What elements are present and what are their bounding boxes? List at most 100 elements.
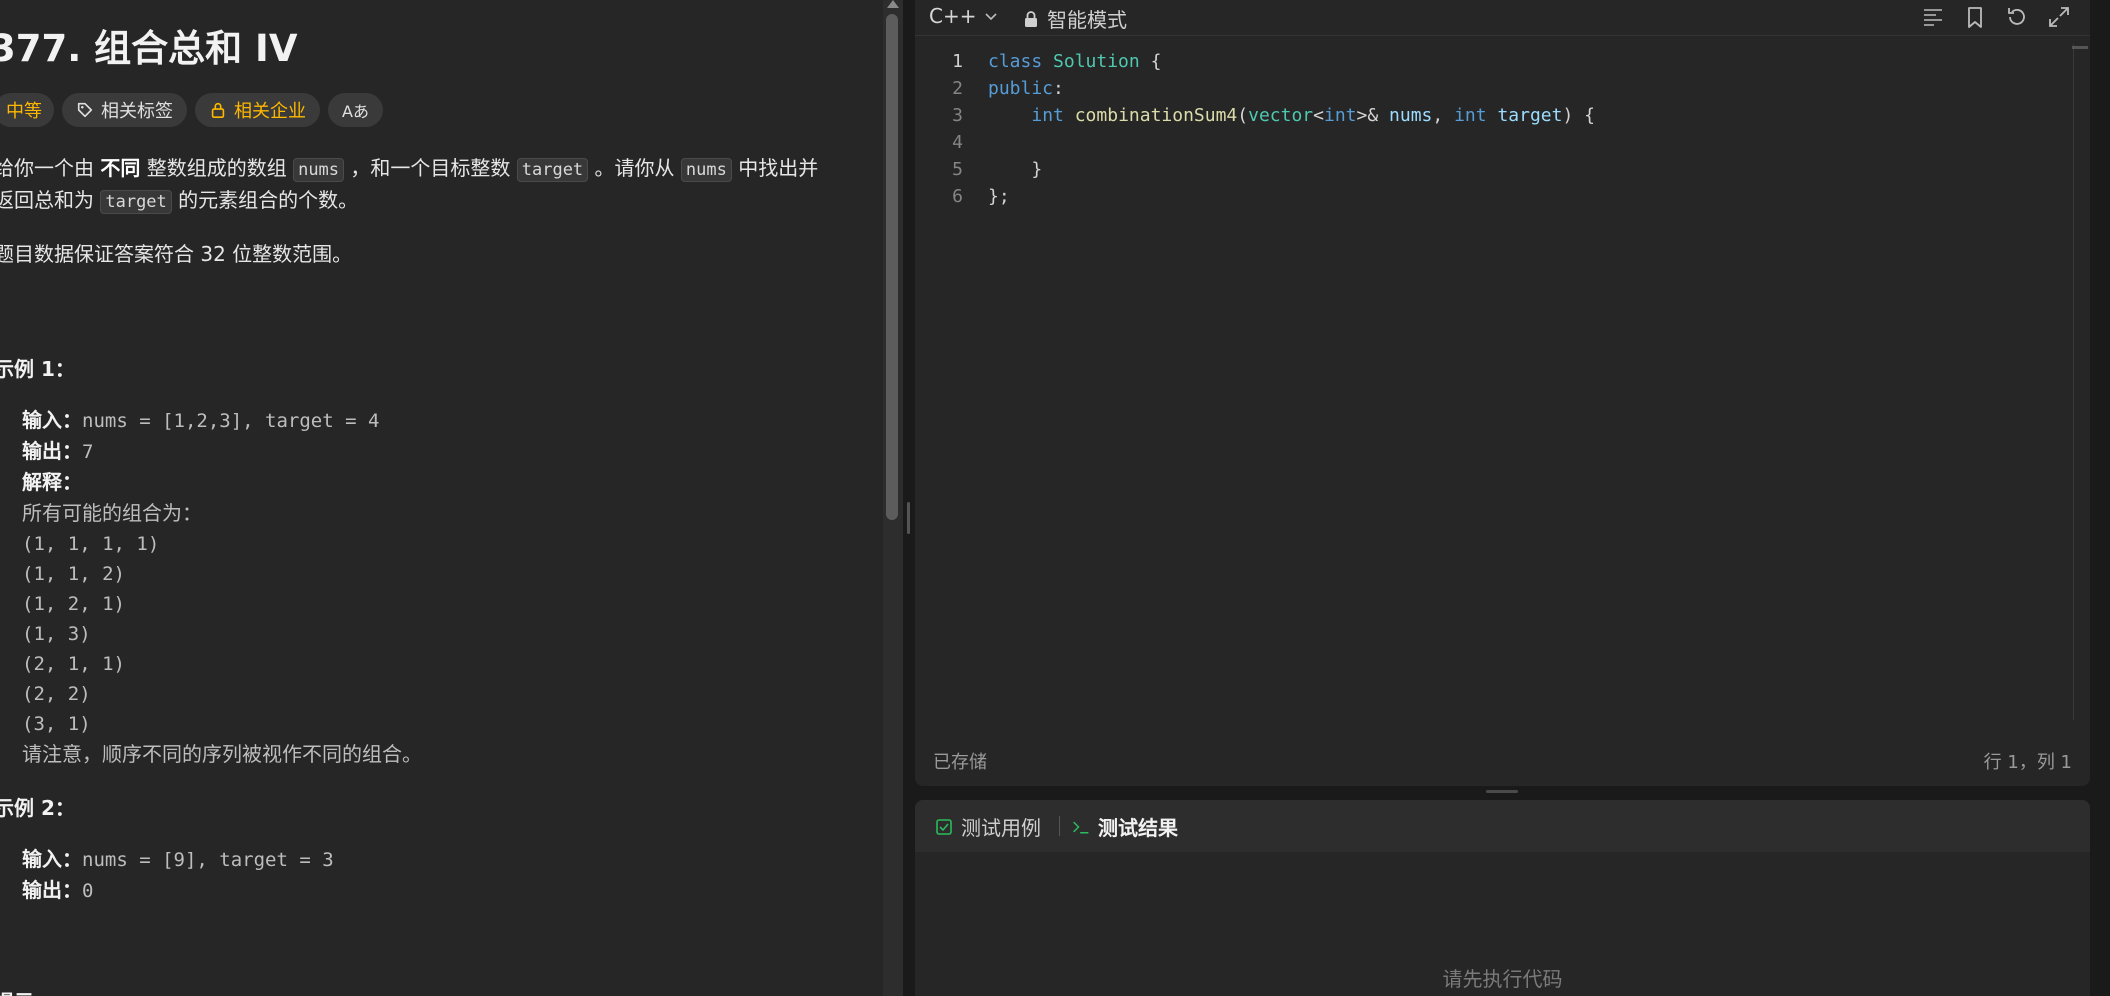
problem-panel: 377. 组合总和 IV 中等 相关标签 相关企业 Aあ 给你一个由 不同 整数… [0, 0, 883, 996]
code-token: vector [1248, 105, 1314, 126]
code-line[interactable]: 4 [915, 129, 2065, 156]
editor-overview-ruler[interactable] [2072, 44, 2088, 720]
code-line[interactable]: 6}; [915, 183, 2065, 210]
code-token: < [1313, 105, 1324, 126]
line-number: 5 [952, 159, 963, 180]
example-1-block: 输入：nums = [1,2,3], target = 4 输出：7 解释： 所… [22, 408, 422, 766]
code-line-content: public: [963, 75, 1064, 102]
test-panel: 测试用例 测试结果 请先执行代码 [915, 800, 2090, 996]
tab-test-result-label: 测试结果 [1098, 816, 1178, 840]
code-token: public [988, 78, 1054, 99]
line-number: 2 [952, 78, 963, 99]
checkbox-icon [936, 818, 952, 835]
mode-label: 智能模式 [1047, 8, 1127, 32]
line-number: 1 [952, 51, 963, 72]
empty-result-message: 请先执行代码 [1442, 967, 1563, 991]
inline-code: target [516, 158, 589, 182]
code-token: target [1497, 105, 1563, 126]
example-2-block: 输入：nums = [9], target = 3 输出：0 [22, 847, 334, 902]
code-line[interactable]: 1 class Solution { [915, 48, 2065, 75]
right-gutter [2090, 0, 2110, 996]
smart-mode-toggle[interactable]: 智能模式 [1023, 4, 1127, 33]
line-number: 6 [952, 186, 963, 207]
scroll-up-arrow-icon[interactable] [887, 0, 899, 8]
save-status: 已存储 [933, 752, 987, 773]
problem-tags: 中等 相关标签 相关企业 Aあ [0, 93, 383, 127]
cursor-position: 行 1，列 1 [1983, 752, 2072, 773]
test-panel-tabs: 测试用例 测试结果 [915, 800, 2090, 852]
code-line[interactable]: 5 } [915, 156, 2065, 183]
line-number: 3 [952, 105, 963, 126]
code-token: ( [1237, 105, 1249, 126]
vertical-splitter[interactable] [903, 0, 915, 996]
code-token: int [1324, 105, 1357, 126]
tab-separator [1059, 816, 1060, 836]
inline-code: target [100, 190, 172, 214]
splitter-grip[interactable] [907, 502, 910, 534]
line-number: 4 [952, 132, 963, 153]
description-line-2: 返回总和为 target 的元素组合的个数。 [0, 188, 359, 214]
language-label: C++ [929, 4, 977, 28]
code-line-content: }; [963, 183, 1010, 210]
horizontal-splitter-grip[interactable] [1486, 790, 1518, 793]
translate-button[interactable]: Aあ [328, 93, 383, 127]
code-token: { [1139, 51, 1162, 72]
code-line-content [963, 129, 988, 156]
code-line-content: int combinationSum4(vector<int>& nums, i… [963, 102, 1595, 129]
code-line[interactable]: 3 int combinationSum4(vector<int>& nums,… [915, 102, 2065, 129]
code-token: } [988, 159, 1043, 180]
translate-icon: Aあ [342, 102, 369, 121]
bookmark-icon[interactable] [1962, 4, 1988, 30]
ruler-marker [2072, 46, 2088, 49]
related-tags-button[interactable]: 相关标签 [62, 93, 187, 127]
code-token: }; [988, 186, 1010, 207]
code-token: >& [1356, 105, 1390, 126]
editor-actions [1920, 4, 2072, 30]
lock-icon [211, 102, 225, 119]
code-editor-panel: C++ 智能模式 1 class Solution {2 public: 3 int … [915, 0, 2090, 786]
code-token: class [988, 51, 1043, 72]
inline-code: nums [293, 158, 345, 182]
format-icon[interactable] [1920, 4, 1946, 30]
tab-testcase[interactable]: 测试用例 [935, 812, 1041, 841]
code-line[interactable]: 2 public: [915, 75, 2065, 102]
code-token: ) { [1562, 105, 1595, 126]
code-line-content: class Solution { [963, 48, 1161, 75]
chevron-down-icon [985, 13, 998, 21]
editor-status-bar: 已存储 行 1，列 1 [915, 740, 2090, 780]
tab-test-result[interactable]: 测试结果 [1072, 812, 1178, 841]
code-token: int [1031, 105, 1064, 126]
description-line-3: 题目数据保证答案符合 32 位整数范围。 [0, 242, 353, 266]
difficulty-badge: 中等 [0, 93, 54, 127]
hint-heading: 提示： [0, 986, 54, 996]
code-token: : [1053, 78, 1064, 99]
example-2-heading: 示例 2： [0, 796, 75, 820]
code-token: Solution [1053, 51, 1140, 72]
tag-icon [77, 102, 93, 118]
code-line-content: } [963, 156, 1042, 183]
inline-code: nums [680, 158, 732, 182]
fullscreen-icon[interactable] [2046, 4, 2072, 30]
code-token: , [1432, 105, 1455, 126]
example-1-heading: 示例 1： [0, 357, 75, 381]
code-token: nums [1389, 105, 1433, 126]
code-area[interactable]: 1 class Solution {2 public: 3 int combinati… [915, 48, 2065, 210]
description-line-1: 给你一个由 不同 整数组成的数组 nums ，和一个目标整数 target 。请… [0, 156, 819, 182]
lock-icon [1025, 10, 1037, 27]
reset-icon[interactable] [2004, 4, 2030, 30]
problem-title[interactable]: 377. 组合总和 IV [0, 18, 297, 72]
related-companies-label: 相关企业 [234, 101, 306, 122]
code-token: int [1454, 105, 1487, 126]
related-tags-label: 相关标签 [101, 101, 173, 122]
related-companies-button[interactable]: 相关企业 [195, 93, 320, 127]
editor-toolbar: C++ 智能模式 [915, 0, 2090, 36]
tab-testcase-label: 测试用例 [961, 816, 1041, 840]
code-token: combinationSum4 [1074, 105, 1238, 126]
description-scrollbar[interactable] [883, 0, 903, 996]
scrollbar-thumb[interactable] [886, 14, 898, 520]
language-select[interactable]: C++ [929, 4, 998, 28]
